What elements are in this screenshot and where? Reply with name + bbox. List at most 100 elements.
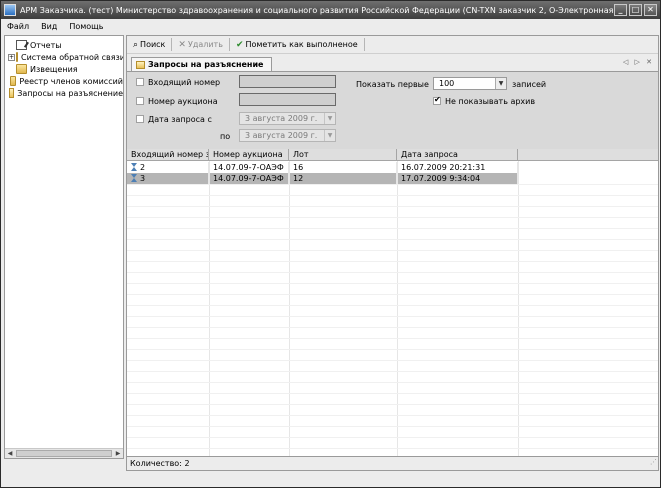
folder-icon bbox=[16, 52, 18, 62]
grid-line bbox=[127, 217, 658, 218]
grid-line bbox=[127, 415, 658, 416]
tab-navigation-icons[interactable]: ◁ ▷ ✕ bbox=[623, 58, 654, 66]
menu-view[interactable]: Вид bbox=[41, 22, 57, 31]
column-lot[interactable]: Лот bbox=[289, 149, 397, 161]
column-auction-number[interactable]: Номер аукциона bbox=[209, 149, 289, 161]
maximize-button[interactable]: □ bbox=[629, 4, 642, 16]
table-row-selected[interactable]: 3 14.07.09-7-ОАЭФ 12 17.07.2009 9:34:04 bbox=[127, 173, 518, 184]
grid-header: Входящий номер з... Номер аукциона Лот Д… bbox=[127, 149, 658, 161]
incoming-number-checkbox[interactable] bbox=[136, 78, 144, 86]
grid-line bbox=[127, 338, 658, 339]
hourglass-icon bbox=[131, 174, 137, 182]
cell-lot: 16 bbox=[289, 162, 397, 173]
grid-line bbox=[127, 393, 658, 394]
grid-line bbox=[127, 283, 658, 284]
cell-auction-number: 14.07.09-7-ОАЭФ bbox=[209, 162, 289, 173]
delete-button[interactable]: ✕ Удалить bbox=[175, 38, 226, 52]
report-icon bbox=[16, 40, 27, 50]
checkmark-icon: ✔ bbox=[235, 39, 244, 50]
request-date-from-label: Дата запроса с bbox=[148, 115, 212, 124]
grid-line bbox=[127, 360, 658, 361]
tree-item-label: Запросы на разъяснение bbox=[17, 88, 123, 98]
grid-line bbox=[127, 195, 658, 196]
grid-line bbox=[127, 294, 658, 295]
chevron-down-icon[interactable]: ▼ bbox=[324, 130, 335, 141]
tree-item-label: Отчеты bbox=[30, 40, 62, 50]
tree-item-label: Реестр членов комиссий bbox=[19, 76, 123, 86]
request-date-checkbox[interactable] bbox=[136, 115, 144, 123]
requests-grid: Входящий номер з... Номер аукциона Лот Д… bbox=[127, 149, 658, 456]
tree-item-clarification-requests[interactable]: Запросы на разъяснение bbox=[5, 87, 123, 99]
auction-number-input[interactable] bbox=[239, 93, 336, 106]
incoming-number-label: Входящий номер bbox=[148, 78, 221, 87]
close-button[interactable]: ✕ bbox=[644, 4, 657, 16]
grid-line bbox=[127, 272, 658, 273]
expand-icon[interactable]: + bbox=[8, 53, 15, 61]
scroll-thumb[interactable] bbox=[16, 450, 112, 457]
content-panel: ⌕ Поиск ✕ Удалить ✔ Пометить как выполне… bbox=[126, 35, 659, 471]
tree-item-commission-registry[interactable]: Реестр членов комиссий bbox=[5, 75, 123, 87]
tree-horizontal-scrollbar[interactable]: ◀ ▶ bbox=[5, 448, 123, 458]
tree-item-feedback-system[interactable]: + Система обратной связи bbox=[5, 51, 123, 63]
grid-line bbox=[127, 404, 658, 405]
scroll-left-icon[interactable]: ◀ bbox=[5, 449, 15, 458]
column-request-date[interactable]: Дата запроса bbox=[397, 149, 518, 161]
cell-text: 2 bbox=[140, 163, 146, 172]
grid-line bbox=[127, 305, 658, 306]
minimize-button[interactable]: _ bbox=[614, 4, 627, 16]
grid-line bbox=[127, 250, 658, 251]
chevron-down-icon[interactable]: ▼ bbox=[495, 78, 506, 89]
mark-done-button-label: Пометить как выполненое bbox=[245, 40, 358, 49]
toolbar-separator bbox=[363, 38, 365, 51]
tab-label: Запросы на разъяснение bbox=[148, 60, 264, 69]
grid-line bbox=[127, 426, 658, 427]
grid-line bbox=[127, 206, 658, 207]
app-window: АРМ Заказчика. (тест) Министерство здрав… bbox=[0, 0, 661, 488]
chevron-down-icon[interactable]: ▼ bbox=[324, 113, 335, 124]
toolbar: ⌕ Поиск ✕ Удалить ✔ Пометить как выполне… bbox=[127, 36, 658, 54]
title-bar[interactable]: АРМ Заказчика. (тест) Министерство здрав… bbox=[1, 1, 660, 19]
folder-open-icon bbox=[136, 60, 145, 69]
hourglass-icon bbox=[131, 163, 137, 171]
menu-help[interactable]: Помощь bbox=[69, 22, 103, 31]
table-row[interactable]: 2 14.07.09-7-ОАЭФ 16 16.07.2009 20:21:31 bbox=[127, 162, 518, 173]
tab-clarification-requests[interactable]: Запросы на разъяснение bbox=[131, 57, 273, 71]
resize-grip-icon[interactable]: ⋰ bbox=[650, 455, 657, 469]
app-icon bbox=[4, 4, 16, 16]
grid-line bbox=[127, 448, 658, 449]
hide-archive-checkbox[interactable] bbox=[433, 95, 441, 105]
folder-icon bbox=[16, 64, 27, 74]
window-title: АРМ Заказчика. (тест) Министерство здрав… bbox=[20, 5, 625, 15]
grid-line bbox=[127, 228, 658, 229]
tree-item-label: Система обратной связи bbox=[21, 52, 123, 62]
folder-open-icon bbox=[8, 88, 15, 98]
date-to-picker[interactable]: 3 августа 2009 г. ▼ bbox=[239, 129, 336, 142]
auction-number-label: Номер аукциона bbox=[148, 97, 218, 106]
scroll-right-icon[interactable]: ▶ bbox=[113, 449, 123, 458]
tree-item-reports[interactable]: Отчеты bbox=[5, 39, 123, 51]
grid-line bbox=[127, 184, 658, 185]
show-first-select[interactable]: 100 ▼ bbox=[433, 77, 507, 90]
window-controls: _ □ ✕ bbox=[614, 4, 657, 16]
grid-line bbox=[127, 382, 658, 383]
date-to-value: 3 августа 2009 г. bbox=[245, 131, 318, 140]
column-incoming-number[interactable]: Входящий номер з... bbox=[127, 149, 209, 161]
grid-line bbox=[127, 327, 658, 328]
grid-line bbox=[127, 239, 658, 240]
incoming-number-input[interactable] bbox=[239, 75, 336, 88]
search-button-label: Поиск bbox=[140, 40, 166, 49]
mark-done-button[interactable]: ✔ Пометить как выполненое bbox=[233, 38, 361, 52]
grid-line bbox=[127, 261, 658, 262]
cell-lot: 12 bbox=[289, 173, 397, 184]
tree-item-notices[interactable]: Извещения bbox=[5, 63, 123, 75]
tree-item-label: Извещения bbox=[30, 64, 78, 74]
menu-file[interactable]: Файл bbox=[7, 22, 29, 31]
delete-icon: ✕ bbox=[178, 39, 186, 50]
date-from-picker[interactable]: 3 августа 2009 г. ▼ bbox=[239, 112, 336, 125]
search-button[interactable]: ⌕ Поиск bbox=[130, 38, 168, 52]
records-label: записей bbox=[512, 80, 547, 89]
auction-number-checkbox[interactable] bbox=[136, 97, 144, 105]
to-label: по bbox=[220, 132, 231, 141]
navigation-tree: Отчеты + Система обратной связи Извещени… bbox=[4, 35, 124, 459]
grid-line bbox=[127, 316, 658, 317]
